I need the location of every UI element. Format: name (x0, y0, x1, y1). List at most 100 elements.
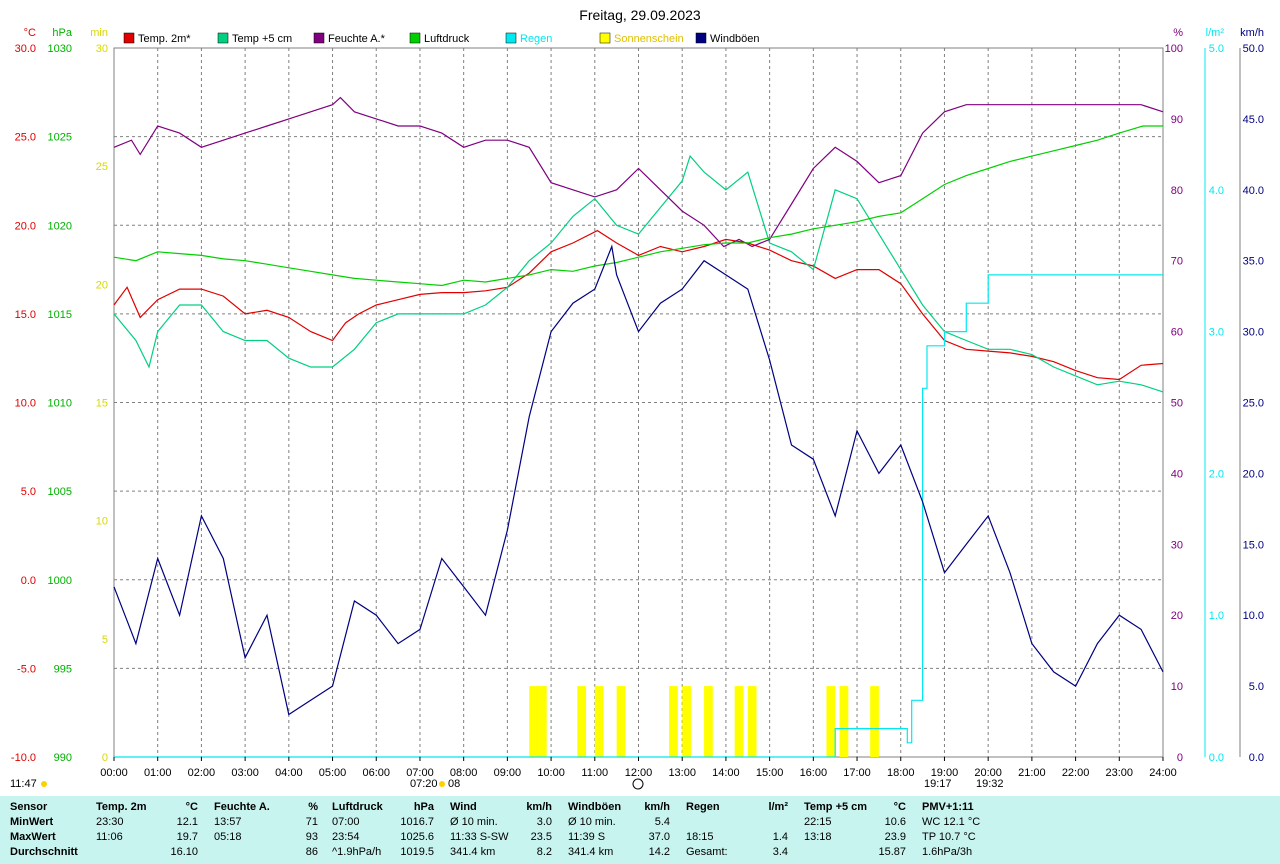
hpa-axis-tick: 990 (54, 752, 72, 764)
legend-label: Luftdruck (424, 33, 470, 45)
x-tick: 01:00 (144, 767, 172, 779)
stats-cell: 11:39 S (568, 830, 606, 843)
stats-header: Temp +5 cm (804, 800, 868, 813)
temp-axis-tick: 5.0 (21, 486, 36, 498)
kmh-axis-tick: 5.0 (1249, 681, 1264, 693)
x-tick: 13:00 (668, 767, 696, 779)
stats-cell (212, 844, 297, 859)
stats-cell: 10.6 (884, 815, 906, 828)
stats-column: Temp +5 cm °C 22:15 10.6 13:18 23.9 15.87 (802, 799, 908, 859)
stats-column: Feuchte A.% 13:57 71 05:18 93 86 (212, 799, 320, 859)
rain-axis-tick: 0.0 (1209, 752, 1224, 764)
stats-header: hPa (413, 800, 434, 813)
stats-cell: TP 10.7 °C (922, 830, 976, 843)
kmh-axis-unit: km/h (1240, 27, 1264, 39)
weather-chart: 30.025.020.015.010.05.00.0-5.0-10.0°C103… (10, 7, 1264, 790)
hpa-axis-unit: hPa (52, 27, 72, 39)
legend-label: Feuchte A.* (328, 33, 386, 45)
stats-cell: 14.2 (648, 845, 670, 858)
chart-title: Freitag, 29.09.2023 (579, 7, 701, 23)
sunshine-bar (870, 686, 879, 757)
sunset-label-b: 19:32 (976, 778, 1004, 790)
stats-column: Windböen km/h Ø 10 min. 5.4 11:39 S 37.0 341.4… (566, 799, 672, 859)
stats-cell: 23.9 (884, 830, 906, 843)
stats-cell: Ø 10 min. (450, 815, 498, 828)
sunshine-bar (747, 686, 757, 757)
hpa-axis-tick: 1030 (48, 43, 72, 55)
x-tick: 06:00 (362, 767, 390, 779)
stats-header: °C (185, 800, 198, 813)
kmh-axis-tick: 35.0 (1243, 256, 1264, 268)
temp-axis-tick: -10.0 (11, 752, 36, 764)
stats-cell: 05:18 (214, 830, 242, 843)
sunshine-bars (529, 686, 879, 757)
stats-cell: MaxWert (10, 830, 56, 843)
stats-cell: Ø 10 min. (568, 815, 616, 828)
stats-cell: 1019.5 (400, 845, 434, 858)
legend-label: Temp +5 cm (232, 33, 292, 45)
temp-axis-tick: 30.0 (15, 43, 36, 55)
rain-axis-tick: 2.0 (1209, 468, 1224, 480)
stats-cell: 86 (305, 845, 318, 858)
stats-cell: 1.4 (772, 830, 788, 843)
grid (113, 47, 1164, 758)
kmh-axis-tick: 40.0 (1243, 185, 1264, 197)
stats-cell (94, 844, 161, 859)
x-tick: 00:00 (100, 767, 128, 779)
x-tick: 11:00 (581, 767, 608, 779)
x-tick: 04:00 (275, 767, 303, 779)
stats-cell: WC 12.1 °C (922, 815, 981, 828)
stats-cell: 18:15 (686, 830, 714, 843)
pct-axis-tick: 10 (1171, 681, 1183, 693)
stats-column: Luftdruck hPa 07:00 1016.7 23:54 1025.6 ^1.9hP… (330, 799, 436, 859)
sun-icon (439, 781, 445, 787)
legend-swatch (217, 32, 229, 44)
min-axis-tick: 15 (96, 398, 108, 410)
stats-cell: 11:06 (96, 830, 123, 843)
min-axis-tick: 30 (96, 43, 108, 55)
solar-noon-label: 11:47 (10, 778, 37, 790)
pct-axis-tick: 70 (1171, 256, 1183, 268)
pct-axis-tick: 80 (1171, 185, 1183, 197)
legend-label: Windböen (710, 33, 760, 45)
stats-cell (754, 814, 790, 829)
temp-axis-tick: 0.0 (21, 575, 36, 587)
pct-axis-tick: 100 (1165, 43, 1183, 55)
stats-cell: 15.87 (878, 845, 906, 858)
stats-cell: Durchschnitt (10, 845, 78, 858)
min-axis-tick: 10 (96, 516, 108, 528)
stats-header: l/m² (768, 800, 788, 813)
pct-axis-tick: 50 (1171, 398, 1183, 410)
stats-cell: 19.7 (176, 830, 198, 843)
legend: Temp. 2m* Temp +5 cm Feuchte A.* Luftdruck R… (123, 32, 760, 45)
stats-cell: 23:30 (96, 815, 124, 828)
sunshine-bar (734, 686, 744, 757)
x-tick: 05:00 (319, 767, 347, 779)
temp-axis-unit: °C (24, 27, 36, 39)
stats-cell: 11:33 S-SW (450, 830, 509, 843)
x-tick: 09:00 (494, 767, 522, 779)
x-tick: 16:00 (800, 767, 828, 779)
min-axis-tick: 5 (102, 634, 108, 646)
x-tick: 10:00 (537, 767, 565, 779)
stats-cell: 5.4 (654, 815, 670, 828)
min-axis-unit: min (90, 27, 108, 39)
rain-axis-tick: 3.0 (1209, 327, 1224, 339)
rain-axis-unit: l/m² (1206, 27, 1225, 39)
x-tick: 03:00 (231, 767, 259, 779)
hpa-axis-tick: 995 (54, 663, 72, 675)
temp-axis-tick: 10.0 (15, 398, 36, 410)
sunshine-bar (839, 686, 849, 757)
legend-swatch (505, 32, 517, 44)
hpa-axis-tick: 1020 (48, 220, 72, 232)
min-axis-tick: 20 (96, 279, 108, 291)
stats-cell: 22:15 (804, 815, 832, 828)
legend-label: Temp. 2m* (138, 33, 191, 45)
legend-swatch (409, 32, 421, 44)
stats-cell: 341.4 km (450, 845, 496, 858)
min-axis-tick: 0 (102, 752, 108, 764)
sunrise-label-b: 08 (448, 778, 460, 790)
x-tick: 14:00 (712, 767, 740, 779)
rain-axis-tick: 5.0 (1209, 43, 1224, 55)
stats-header: Wind (450, 800, 477, 813)
